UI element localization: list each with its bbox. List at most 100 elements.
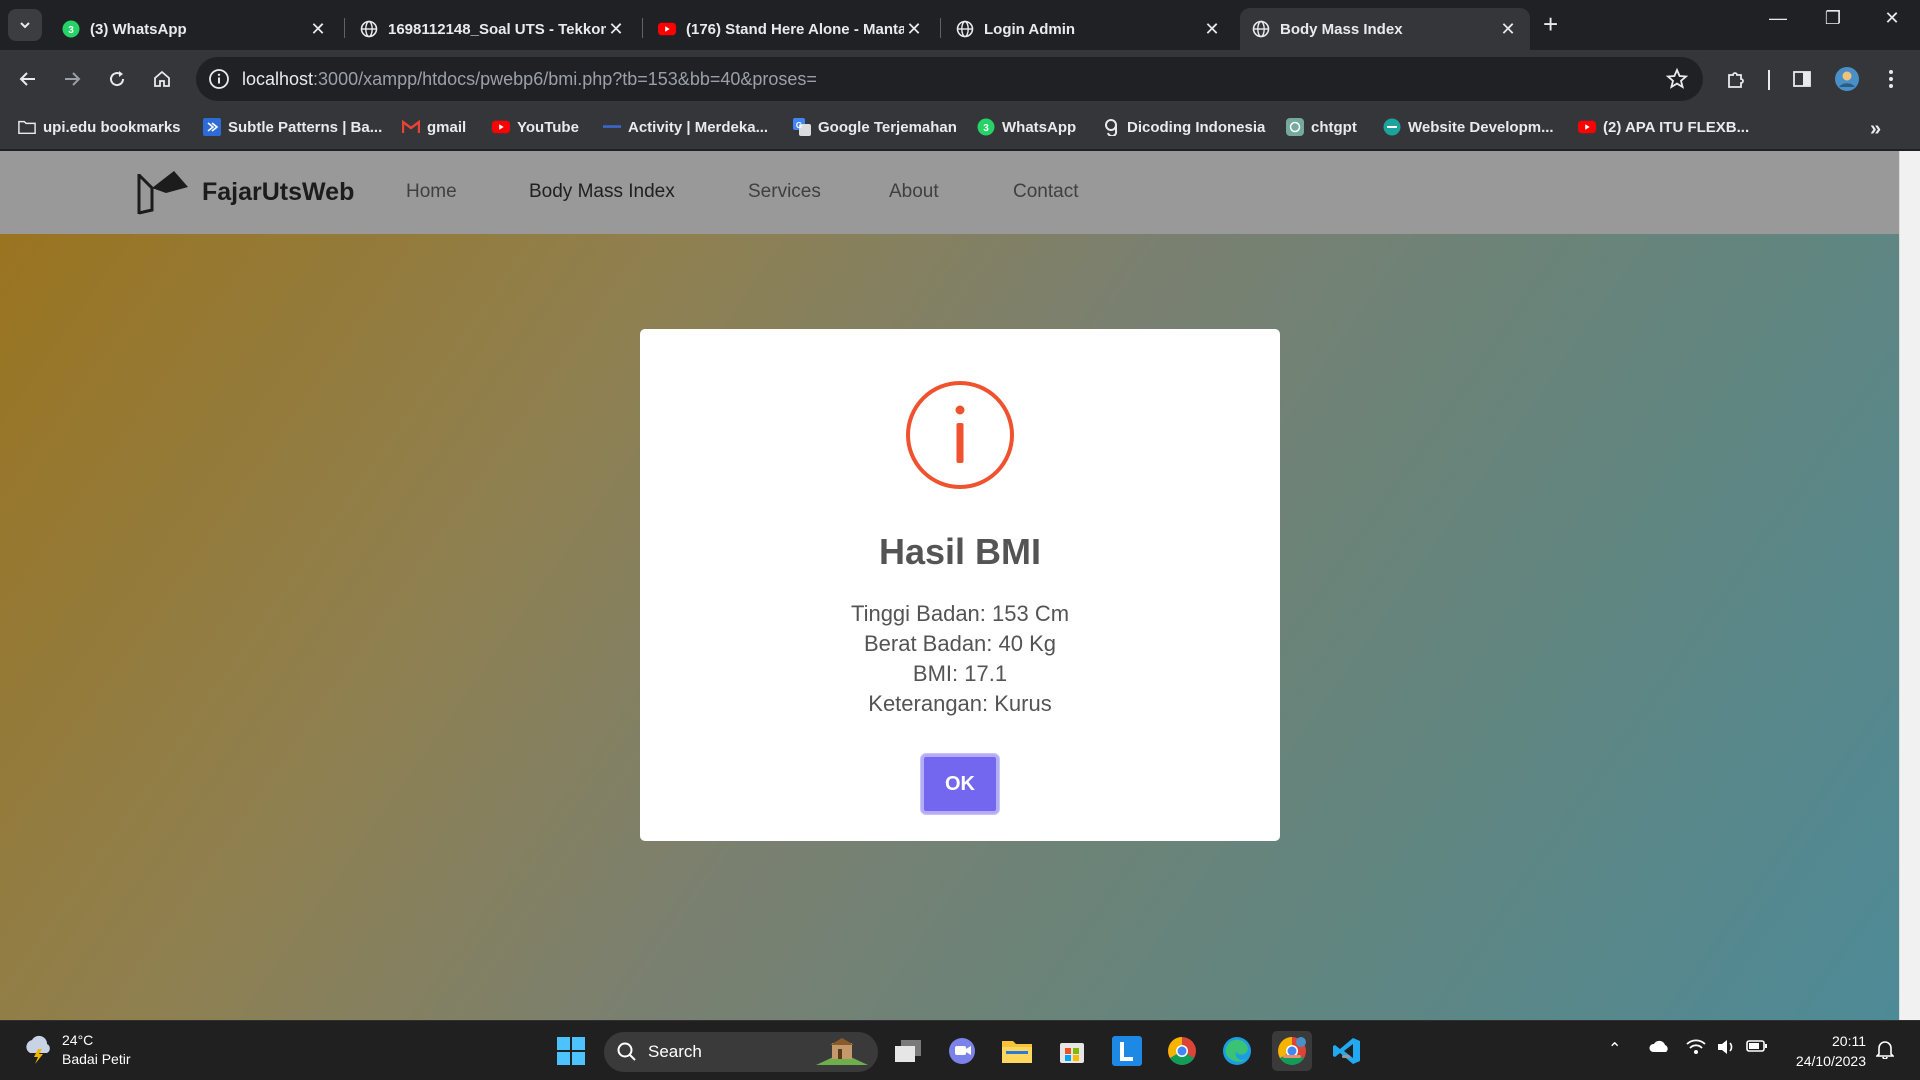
- tab-separator: [940, 18, 941, 38]
- chat-icon: [949, 1038, 975, 1064]
- bookmark-whatsapp[interactable]: 3 WhatsApp: [977, 118, 1076, 136]
- svg-text:3: 3: [983, 123, 989, 134]
- avatar-icon: [1835, 67, 1859, 91]
- bookmark-subtle-patterns[interactable]: Subtle Patterns | Ba...: [203, 118, 382, 136]
- side-panel-icon: [1793, 71, 1811, 87]
- toolbar-divider: [1768, 70, 1770, 90]
- more-bookmarks-icon[interactable]: »: [1870, 118, 1881, 141]
- task-view-icon: [895, 1040, 921, 1062]
- restore-icon[interactable]: ❐: [1813, 8, 1853, 29]
- globe-icon: [360, 20, 378, 38]
- bookmark-dicoding[interactable]: Dicoding Indonesia: [1102, 118, 1265, 136]
- search-icon: [617, 1042, 636, 1061]
- side-panel-button[interactable]: [1787, 64, 1817, 94]
- bookmarks-bar: upi.edu bookmarks Subtle Patterns | Ba..…: [0, 108, 1920, 150]
- nav-services[interactable]: Services: [748, 181, 821, 203]
- minimize-icon[interactable]: —: [1758, 8, 1798, 29]
- home-button[interactable]: [147, 64, 177, 94]
- tab-youtube[interactable]: (176) Stand Here Alone - Manta ✕: [646, 8, 936, 50]
- description-line: Keterangan: Kurus: [868, 691, 1052, 716]
- task-view-button[interactable]: [888, 1031, 928, 1071]
- svg-text:3: 3: [68, 25, 74, 36]
- weight-line: Berat Badan: 40 Kg: [863, 631, 1057, 656]
- close-icon[interactable]: ✕: [606, 19, 626, 40]
- onedrive-icon[interactable]: [1648, 1039, 1670, 1058]
- active-app-indicator: [1283, 1055, 1301, 1058]
- volume-icon[interactable]: [1716, 1039, 1736, 1060]
- system-clock[interactable]: 20:11 24/10/2023: [1786, 1031, 1866, 1071]
- tray-overflow-icon[interactable]: ⌃: [1608, 1039, 1621, 1059]
- bookmark-label: (2) APA ITU FLEXB...: [1603, 118, 1750, 136]
- bookmark-label: gmail: [427, 118, 467, 136]
- tab-soal-uts[interactable]: 1698112148_Soal UTS - Tekkom ✕: [348, 8, 638, 50]
- folder-icon: [18, 118, 36, 136]
- close-icon[interactable]: ✕: [1498, 19, 1518, 40]
- address-bar[interactable]: localhost:3000/xampp/htdocs/pwebp6/bmi.p…: [196, 57, 1703, 101]
- close-icon[interactable]: ✕: [308, 19, 328, 40]
- battery-icon[interactable]: [1746, 1039, 1768, 1058]
- back-button[interactable]: [13, 64, 43, 94]
- vscode-button[interactable]: [1327, 1031, 1367, 1071]
- bookmark-chtgpt[interactable]: chtgpt: [1286, 118, 1357, 136]
- microsoft-store-button[interactable]: [1052, 1031, 1092, 1071]
- thunderstorm-icon: [26, 1035, 50, 1064]
- tab-title: Body Mass Index: [1280, 20, 1403, 38]
- close-icon[interactable]: ✕: [1202, 19, 1222, 40]
- bookmark-youtube[interactable]: YouTube: [492, 118, 579, 136]
- start-button[interactable]: [551, 1031, 591, 1071]
- windows-taskbar: 24°C Badai Petir Search ⌃ 20:11 24/10/20…: [0, 1020, 1920, 1080]
- bmi-result-modal: Hasil BMI Tinggi Badan: 153 Cm Berat Bad…: [640, 329, 1280, 841]
- chrome-button[interactable]: [1162, 1031, 1202, 1071]
- bookmark-merdeka[interactable]: Activity | Merdeka...: [603, 118, 768, 136]
- nav-body-mass-index[interactable]: Body Mass Index: [529, 181, 675, 203]
- bookmark-star-icon[interactable]: [1665, 67, 1689, 96]
- profile-avatar[interactable]: [1832, 64, 1862, 94]
- reload-button[interactable]: [102, 64, 132, 94]
- extensions-button[interactable]: [1721, 64, 1751, 94]
- bookmark-upi-edu[interactable]: upi.edu bookmarks: [18, 118, 181, 136]
- website-icon: [1383, 118, 1401, 136]
- reload-icon: [110, 71, 125, 87]
- edge-button[interactable]: [1217, 1031, 1257, 1071]
- file-explorer-button[interactable]: [997, 1031, 1037, 1071]
- globe-icon: [956, 20, 974, 38]
- teams-chat-button[interactable]: [942, 1031, 982, 1071]
- bookmark-google-translate[interactable]: G Google Terjemahan: [793, 118, 957, 136]
- forward-button[interactable]: [57, 64, 87, 94]
- nav-contact[interactable]: Contact: [1013, 181, 1078, 203]
- home-icon: [154, 70, 170, 87]
- new-tab-button[interactable]: +: [1543, 11, 1558, 37]
- tab-body-mass-index[interactable]: Body Mass Index ✕: [1240, 8, 1530, 50]
- page-viewport: FajarUtsWeb Home Body Mass Index Service…: [0, 151, 1920, 1020]
- page-scrollbar[interactable]: [1899, 151, 1920, 1020]
- taskbar-search[interactable]: Search: [604, 1032, 878, 1072]
- nav-about[interactable]: About: [889, 181, 939, 203]
- bookmark-website-development[interactable]: Website Developm...: [1383, 118, 1554, 136]
- wifi-icon[interactable]: [1686, 1039, 1706, 1060]
- close-icon[interactable]: ✕: [904, 19, 924, 40]
- tab-whatsapp[interactable]: 3 (3) WhatsApp ✕: [50, 8, 340, 50]
- notification-bell-icon[interactable]: [1875, 1039, 1895, 1064]
- chrome-profile-button[interactable]: [1272, 1031, 1312, 1071]
- whatsapp-icon: 3: [977, 118, 995, 136]
- globe-icon: [1252, 20, 1270, 38]
- weather-widget[interactable]: 24°C Badai Petir: [22, 1031, 130, 1069]
- weather-condition: Badai Petir: [62, 1051, 131, 1067]
- close-window-icon[interactable]: ✕: [1872, 8, 1912, 29]
- chrome-menu-button[interactable]: [1876, 64, 1906, 94]
- arrow-right-icon: [65, 72, 81, 86]
- nav-home[interactable]: Home: [406, 181, 457, 203]
- tab-search-button[interactable]: [8, 9, 42, 41]
- ok-button[interactable]: OK: [921, 754, 999, 814]
- modal-title: Hasil BMI: [878, 531, 1042, 572]
- modal-content: Tinggi Badan: 153 Cm Berat Badan: 40 Kg …: [640, 599, 1280, 719]
- site-brand[interactable]: FajarUtsWeb: [136, 169, 354, 215]
- bookmark-gmail[interactable]: gmail: [402, 118, 466, 136]
- bookmark-label: Dicoding Indonesia: [1127, 118, 1266, 136]
- bookmark-flexbox-video[interactable]: (2) APA ITU FLEXB...: [1578, 118, 1749, 136]
- dicoding-icon: [1102, 118, 1120, 136]
- tab-login-admin[interactable]: Login Admin ✕: [944, 8, 1234, 50]
- weather-temperature: 24°C: [62, 1032, 94, 1048]
- site-info-icon[interactable]: [208, 68, 230, 95]
- l-app-button[interactable]: [1107, 1031, 1147, 1071]
